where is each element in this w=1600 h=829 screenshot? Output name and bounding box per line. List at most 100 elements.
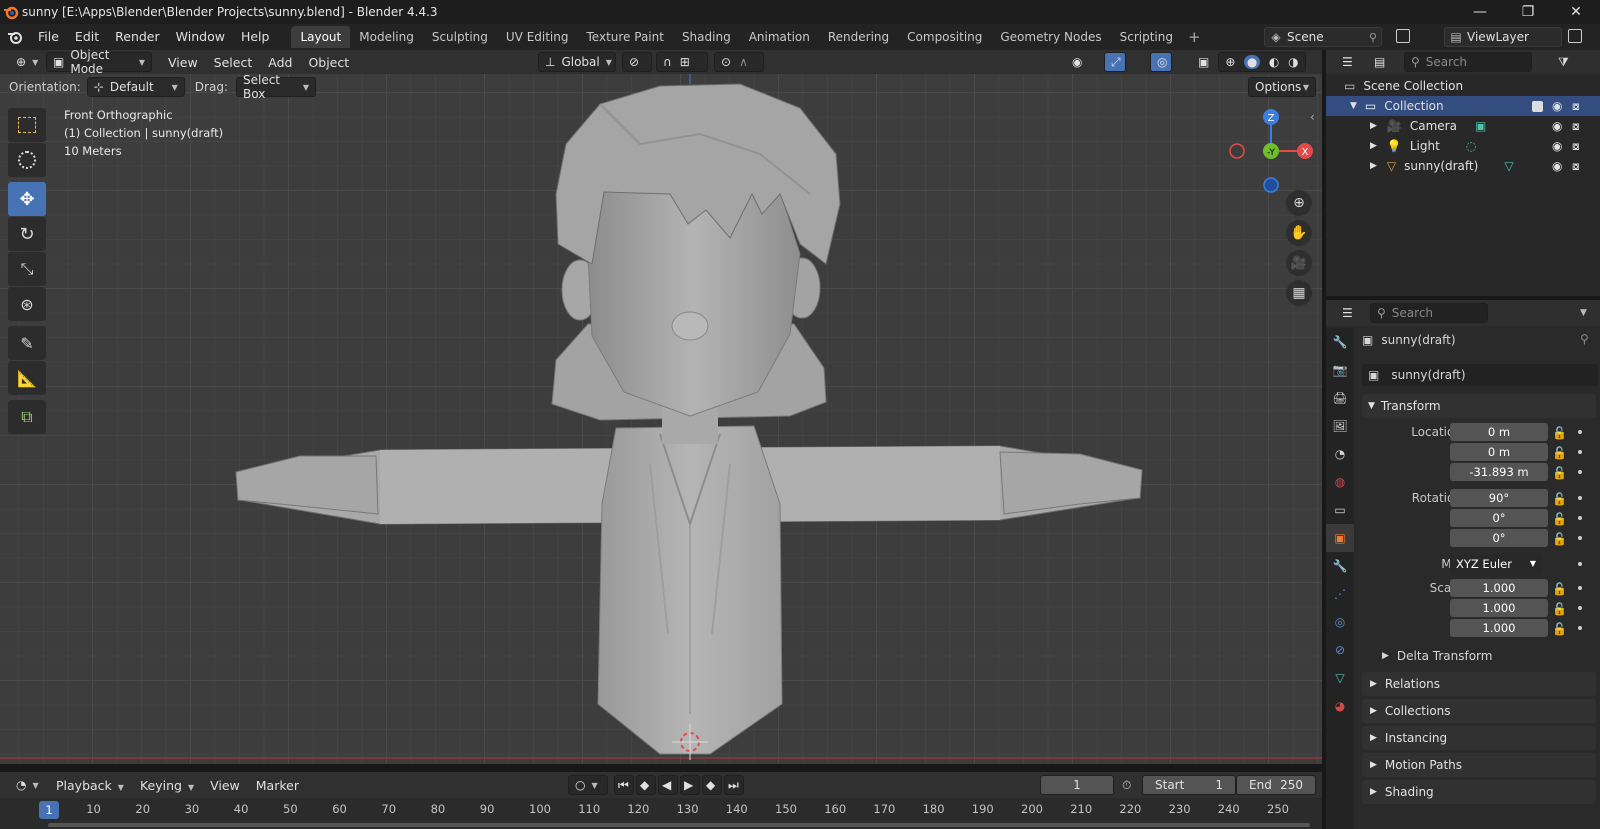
end-frame-field[interactable]: End 250 — [1236, 775, 1316, 795]
motion-paths-panel-header[interactable]: ▶ Motion Paths — [1362, 753, 1596, 777]
lock-icon[interactable]: 🔓 — [1552, 446, 1567, 460]
move-tool-icon[interactable]: ✥ — [8, 182, 46, 216]
pan-hand-icon[interactable]: ✋ — [1286, 220, 1312, 246]
ortho-grid-icon[interactable]: ▦ — [1286, 280, 1312, 306]
lock-icon[interactable]: 🔓 — [1552, 602, 1567, 616]
expand-icon[interactable]: ▶ — [1370, 161, 1377, 171]
tool-tab-icon[interactable]: 🔧 — [1326, 328, 1354, 356]
menu-edit[interactable]: Edit — [67, 26, 107, 48]
measure-tool-icon[interactable]: 📐 — [8, 361, 46, 395]
orientation-dropdown[interactable]: ⊹ Default ▼ — [86, 77, 185, 97]
outliner-scene-collection[interactable]: ▭ Scene Collection — [1326, 76, 1600, 96]
lock-icon[interactable]: 🔓 — [1552, 532, 1567, 546]
camera-view-icon[interactable]: 🎥 — [1286, 250, 1312, 276]
play-reverse-icon[interactable]: ◀ — [658, 775, 678, 795]
3d-viewport[interactable]: Front Orthographic (1) Collection | sunn… — [0, 74, 1322, 764]
outliner-collection[interactable]: ▼ ▭ Collection ◉ ⧇ — [1326, 96, 1600, 116]
workspace-tab-rendering[interactable]: Rendering — [819, 26, 898, 48]
lock-icon[interactable]: 🔓 — [1552, 466, 1567, 480]
collections-panel-header[interactable]: ▶ Collections — [1362, 699, 1596, 723]
keyframe-dot-icon[interactable] — [1578, 450, 1582, 454]
transform-tool-icon[interactable]: ⊛ — [8, 287, 46, 321]
filter-icon[interactable]: ⧩ — [1552, 52, 1584, 72]
annotate-tool-icon[interactable]: ✎ — [8, 326, 46, 360]
keyframe-dot-icon[interactable] — [1578, 606, 1582, 610]
timeline-editor-type-icon[interactable]: ◔ ▼ — [10, 775, 42, 795]
visibility-eye-icon[interactable]: ◉ — [1552, 159, 1562, 173]
rendered-shading-icon[interactable]: ◑ — [1288, 55, 1298, 69]
prev-keyframe-icon[interactable]: ◆ — [636, 775, 656, 795]
current-frame-field[interactable]: 1 — [1040, 775, 1114, 795]
play-icon[interactable]: ▶ — [680, 775, 700, 795]
scene-selector[interactable]: ◈ Scene ⚲ — [1264, 27, 1382, 47]
object-name-field[interactable]: ▣ sunny(draft) — [1362, 364, 1598, 386]
lock-icon[interactable]: 🔓 — [1552, 426, 1567, 440]
editor-type-button[interactable]: ⊕ ▼ — [10, 52, 42, 72]
keyframe-dot-icon[interactable] — [1578, 626, 1582, 630]
select-box-tool-icon[interactable] — [8, 108, 46, 142]
rotation-y-field[interactable]: 0° — [1450, 509, 1548, 527]
view-layer-tab-icon[interactable]: 🖼 — [1326, 412, 1354, 440]
maximize-button[interactable]: ❐ — [1504, 0, 1552, 24]
menu-file[interactable]: File — [30, 26, 67, 48]
viewport-menu-select[interactable]: Select — [206, 55, 261, 70]
outliner-item-camera[interactable]: ▶ 🎥 Camera ▣ ◉ ⧇ — [1326, 116, 1600, 136]
material-shading-icon[interactable]: ◐ — [1269, 55, 1279, 69]
viewport-menu-object[interactable]: Object — [300, 55, 357, 70]
particles-tab-icon[interactable]: ⋰ — [1326, 580, 1354, 608]
menu-render[interactable]: Render — [107, 26, 168, 48]
lock-icon[interactable]: 🔓 — [1552, 492, 1567, 506]
render-tab-icon[interactable]: 📷 — [1326, 356, 1354, 384]
output-tab-icon[interactable]: 🖨 — [1326, 384, 1354, 412]
add-workspace-button[interactable]: + — [1182, 28, 1207, 46]
scale-z-field[interactable]: 1.000 — [1450, 619, 1548, 637]
outliner-item-light[interactable]: ▶ 💡 Light ◌ ◉ ⧇ — [1326, 136, 1600, 156]
xray-toggle[interactable]: ▣ — [1192, 52, 1214, 72]
scale-tool-icon[interactable]: ⤡ — [8, 252, 46, 286]
lock-icon[interactable]: 🔓 — [1552, 512, 1567, 526]
workspace-tab-scripting[interactable]: Scripting — [1111, 26, 1182, 48]
location-y-field[interactable]: 0 m — [1450, 443, 1548, 461]
modifier-tab-icon[interactable]: 🔧 — [1326, 552, 1354, 580]
render-camera-icon[interactable]: ⧇ — [1572, 139, 1580, 154]
view-layer-selector[interactable]: ▤ ViewLayer — [1444, 27, 1562, 47]
gizmo-toggle[interactable]: ⤢ — [1104, 52, 1126, 72]
blender-menu-icon[interactable] — [0, 26, 30, 48]
data-tab-icon[interactable]: ▽ — [1326, 664, 1354, 692]
minimize-button[interactable]: — — [1456, 0, 1504, 24]
new-view-layer-icon[interactable] — [1568, 29, 1582, 43]
drag-dropdown[interactable]: Select Box ▼ — [235, 73, 316, 101]
sidebar-toggle-icon[interactable]: ‹ — [1310, 110, 1315, 124]
delta-transform-subpanel[interactable]: ▶ Delta Transform — [1382, 646, 1492, 666]
workspace-tab-layout[interactable]: Layout — [291, 26, 351, 48]
display-mode-icon[interactable]: ▤ — [1368, 52, 1398, 72]
collapse-icon[interactable]: ▼ — [1350, 101, 1357, 111]
lock-icon[interactable]: 🔓 — [1552, 622, 1567, 636]
character-mesh[interactable] — [0, 74, 1322, 764]
navigation-gizmo[interactable]: Z X -Y — [1228, 108, 1314, 194]
keyframe-dot-icon[interactable] — [1578, 586, 1582, 590]
keyframe-dot-icon[interactable] — [1578, 470, 1582, 474]
exclude-checkbox[interactable] — [1532, 100, 1543, 112]
timeline-menu-view[interactable]: View — [202, 778, 248, 793]
start-frame-field[interactable]: Start 1 — [1142, 775, 1236, 795]
workspace-tab-compositing[interactable]: Compositing — [898, 26, 991, 48]
lock-icon[interactable]: 🔓 — [1552, 582, 1567, 596]
rotation-z-field[interactable]: 0° — [1450, 529, 1548, 547]
add-cube-tool-icon[interactable]: ⧉ — [8, 400, 46, 434]
render-camera-icon[interactable]: ⧇ — [1572, 159, 1580, 174]
material-tab-icon[interactable]: ◕ — [1326, 692, 1354, 720]
constraints-tab-icon[interactable]: ⊘ — [1326, 636, 1354, 664]
workspace-tab-sculpting[interactable]: Sculpting — [423, 26, 497, 48]
collection-tab-icon[interactable]: ▭ — [1326, 496, 1354, 524]
workspace-tab-modeling[interactable]: Modeling — [350, 26, 423, 48]
outliner-search-input[interactable]: ⚲ Search — [1404, 52, 1532, 72]
rotation-x-field[interactable]: 90° — [1450, 489, 1548, 507]
rotate-tool-icon[interactable]: ↻ — [8, 217, 46, 251]
scene-tab-icon[interactable]: ◔ — [1326, 440, 1354, 468]
physics-tab-icon[interactable]: ◎ — [1326, 608, 1354, 636]
expand-icon[interactable]: ▶ — [1370, 121, 1377, 131]
chevron-down-icon[interactable]: ▼ — [1580, 308, 1587, 318]
keyframe-dot-icon[interactable] — [1578, 496, 1582, 500]
scale-x-field[interactable]: 1.000 — [1450, 579, 1548, 597]
